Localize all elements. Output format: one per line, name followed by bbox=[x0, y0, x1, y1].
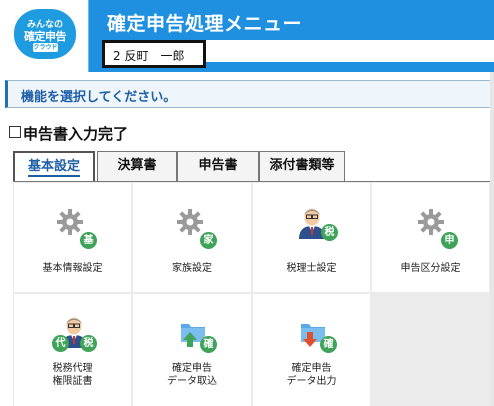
menu-filing-category[interactable]: 申 申告区分設定 bbox=[372, 183, 489, 292]
badge-icon: 確 bbox=[320, 336, 337, 353]
menu-label: 確定申告 データ取込 bbox=[167, 363, 217, 387]
logo-line3: クラウド bbox=[33, 43, 58, 52]
badge-icon: 代 bbox=[52, 335, 69, 352]
menu-label: 基本情報設定 bbox=[42, 263, 103, 274]
app-logo: みんなの 確定申告 クラウド bbox=[14, 9, 76, 59]
menu-data-import[interactable]: 確 確定申告 データ取込 bbox=[133, 294, 251, 406]
menu-label: 税務代理 権限証書 bbox=[52, 363, 93, 387]
tab-label: 申告書 bbox=[198, 158, 238, 173]
tab-basic-settings[interactable]: 基本設定 bbox=[13, 151, 95, 182]
user-name-box: 2 反町 一郎 bbox=[102, 40, 206, 68]
logo-area: みんなの 確定申告 クラウド bbox=[0, 0, 88, 72]
scrollbar[interactable] bbox=[490, 72, 494, 406]
completion-checkbox[interactable] bbox=[9, 126, 21, 138]
tab-tax-return[interactable]: 申告書 bbox=[177, 151, 259, 181]
menu-family[interactable]: 家 家族設定 bbox=[133, 183, 251, 292]
badge-icon: 家 bbox=[200, 232, 217, 249]
page-title: 確定申告処理メニュー bbox=[107, 13, 303, 35]
tab-label: 決算書 bbox=[117, 158, 157, 173]
badge-icon: 確 bbox=[200, 336, 217, 353]
badge-icon: 基 bbox=[80, 232, 97, 249]
menu-label: 確定申告 データ出力 bbox=[286, 363, 337, 387]
menu-label: 家族設定 bbox=[172, 263, 212, 274]
user-name: 2 反町 一郎 bbox=[113, 49, 185, 63]
tab-label: 基本設定 bbox=[27, 159, 80, 177]
menu-label: 申告区分設定 bbox=[400, 263, 461, 274]
menu-label: 税理士設定 bbox=[286, 263, 337, 274]
badge-icon: 税 bbox=[80, 335, 97, 352]
badge-icon: 税 bbox=[321, 224, 338, 241]
tab-attachments[interactable]: 添付書類等 bbox=[259, 151, 345, 181]
menu-basic-info[interactable]: 基 基本情報設定 bbox=[14, 183, 131, 292]
user-bar: 2 反町 一郎 bbox=[102, 40, 494, 68]
instruction-bar: 機能を選択してください。 bbox=[5, 80, 490, 108]
tab-financial-statements[interactable]: 決算書 bbox=[97, 151, 177, 181]
menu-tax-accountant[interactable]: 税 税理士設定 bbox=[253, 183, 370, 292]
tab-label: 添付書類等 bbox=[269, 158, 335, 173]
completion-label[interactable]: 申告書入力完了 bbox=[23, 123, 128, 144]
app-header: みんなの 確定申告 クラウド 確定申告処理メニュー 2 反町 一郎 bbox=[0, 0, 494, 72]
logo-line2: 確定申告 bbox=[24, 30, 67, 43]
menu-data-export[interactable]: 確 確定申告 データ出力 bbox=[253, 294, 370, 406]
instruction-text: 機能を選択してください。 bbox=[21, 90, 177, 105]
menu-proxy-certificate[interactable]: 代 税 税務代理 権限証書 bbox=[14, 294, 131, 406]
menu-grid: 基 基本情報設定 家 家族設定 税 税理士設定 申 申告区分設定 代 税 税務代… bbox=[13, 182, 490, 406]
title-band: 確定申告処理メニュー 2 反町 一郎 bbox=[88, 0, 494, 72]
badge-icon: 申 bbox=[441, 232, 458, 249]
